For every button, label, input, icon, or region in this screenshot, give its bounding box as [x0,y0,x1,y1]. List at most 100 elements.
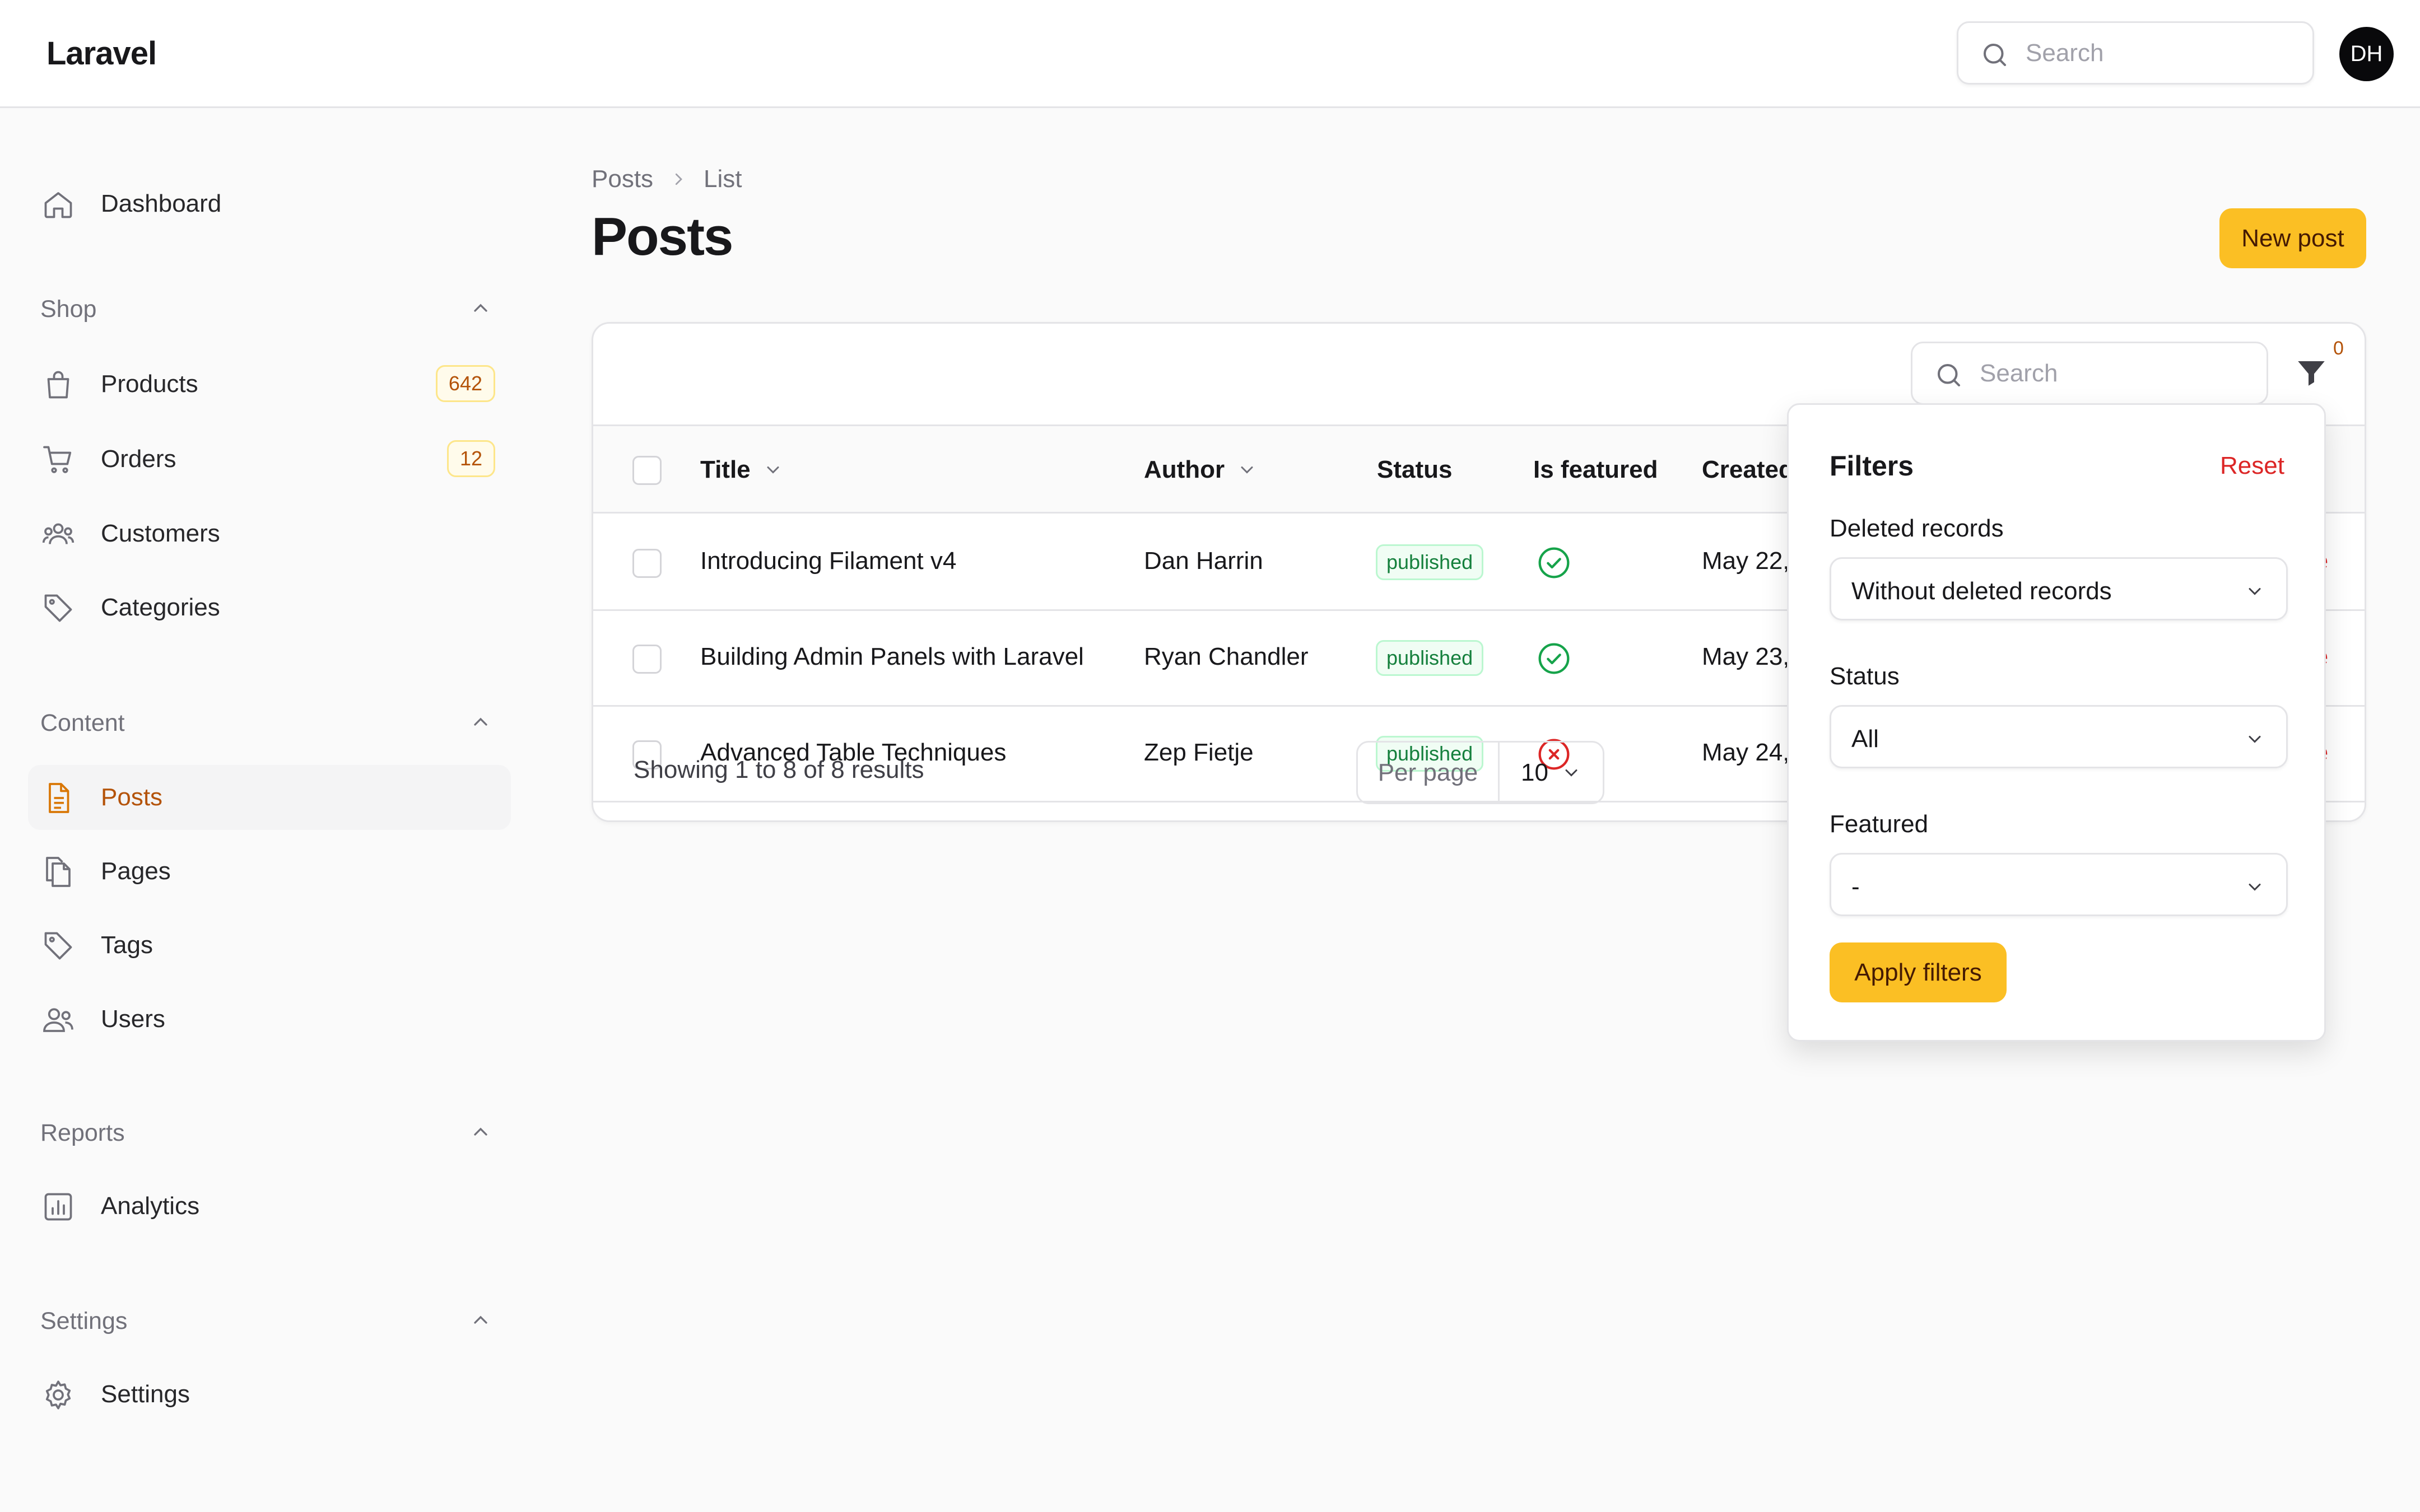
featured-select[interactable]: - [1830,853,2288,916]
cell-title[interactable]: Introducing Filament v4 [700,547,956,575]
select-value: All [1851,725,1879,753]
column-label: Is featured [1533,456,1658,483]
row-checkbox[interactable] [632,645,662,674]
chevron-right-icon [670,171,687,188]
gear-icon [41,1378,75,1412]
chevron-up-icon[interactable] [469,711,492,733]
cell-created: May 23, [1702,643,1790,670]
sidebar-item-label: Tags [101,931,153,959]
sidebar-item-orders[interactable]: Orders 12 [28,427,511,492]
sidebar-item-products[interactable]: Products 642 [28,352,511,417]
breadcrumb-item-posts[interactable]: Posts [592,165,653,193]
sidebar-item-label: Products [101,370,198,398]
sidebar-item-label: Pages [101,857,171,885]
document-text-icon [41,781,75,815]
filters-dropdown: Filters Reset Deleted records Without de… [1787,403,2326,1042]
nav-group-content[interactable]: Content [40,710,125,737]
cell-created: May 22, [1702,547,1790,575]
nav-group-reports[interactable]: Reports [40,1119,125,1147]
per-page-select[interactable]: Per page 10 [1356,741,1604,804]
cell-title[interactable]: Building Admin Panels with Laravel [700,643,1084,671]
search-icon [1934,360,1964,390]
breadcrumb: Posts List [592,165,742,193]
sidebar-item-label: Analytics [101,1192,200,1220]
select-value: - [1851,873,1860,900]
chart-bar-icon [41,1190,75,1224]
per-page-value-text: 10 [1521,758,1548,786]
funnel-icon[interactable] [2295,356,2328,389]
chevron-down-icon [1237,460,1257,480]
sidebar-item-label: Settings [101,1380,190,1408]
chevron-up-icon[interactable] [469,1309,492,1331]
page-title: Posts [592,207,733,267]
tag-icon [41,929,75,963]
sidebar-item-label: Customers [101,520,220,547]
column-created[interactable]: Created [1702,456,1794,484]
chevron-up-icon[interactable] [469,297,492,319]
select-all-checkbox[interactable] [632,456,662,485]
chevron-up-icon[interactable] [469,1121,492,1143]
column-label: Title [700,456,751,483]
deleted-records-label: Deleted records [1830,515,2004,542]
status-badge: published [1376,544,1484,580]
column-label: Author [1144,456,1225,483]
reset-filters-button[interactable]: Reset [2220,452,2284,480]
apply-filters-button[interactable]: Apply filters [1830,942,2007,1002]
tag-icon [41,591,75,625]
deleted-records-select[interactable]: Without deleted records [1830,557,2288,620]
featured-label: Featured [1830,810,1929,838]
sidebar-item-analytics[interactable]: Analytics [28,1174,511,1239]
chevron-down-icon [2245,729,2265,749]
sidebar-item-dashboard[interactable]: Dashboard [28,171,511,236]
cell-author: Ryan Chandler [1144,643,1309,670]
per-page-value[interactable]: 10 [1500,743,1603,802]
status-select[interactable]: All [1830,705,2288,768]
count-badge: 12 [446,440,495,477]
nav-group-settings[interactable]: Settings [40,1308,127,1335]
cell-created: May 24, [1702,739,1790,766]
column-status: Status [1377,456,1452,484]
sidebar-item-posts[interactable]: Posts [28,765,511,830]
search-icon [1980,40,2010,70]
row-checkbox[interactable] [632,549,662,578]
cell-author: Dan Harrin [1144,547,1263,575]
sidebar-item-pages[interactable]: Pages [28,839,511,904]
sidebar-item-customers[interactable]: Customers [28,501,511,566]
column-title[interactable]: Title [700,456,783,484]
sidebar-item-users[interactable]: Users [28,987,511,1052]
sidebar-item-label: Dashboard [101,190,222,217]
sidebar-item-label: Posts [101,783,163,811]
chevron-down-icon [2245,581,2265,601]
avatar[interactable]: DH [2339,27,2394,81]
column-is-featured: Is featured [1533,456,1658,484]
chevron-down-icon [763,460,783,480]
table-search-input[interactable] [1980,343,2249,403]
nav-group-shop[interactable]: Shop [40,296,96,323]
user-group-icon [41,517,75,551]
check-circle-icon [1536,545,1572,581]
cell-author: Zep Fietje [1144,739,1254,766]
sidebar-item-tags[interactable]: Tags [28,913,511,978]
chevron-down-icon [2245,877,2265,897]
sidebar-item-label: Orders [101,445,176,473]
status-badge: published [1376,640,1484,676]
new-post-button[interactable]: New post [2219,208,2366,268]
table-search[interactable] [1911,342,2268,405]
sidebar-item-label: Categories [101,594,220,621]
sidebar-item-settings[interactable]: Settings [28,1362,511,1427]
global-search-input[interactable] [2026,23,2295,83]
pagination-summary: Showing 1 to 8 of 8 results [634,756,924,783]
global-search[interactable] [1957,21,2314,85]
column-author[interactable]: Author [1144,456,1257,484]
chevron-down-icon [1561,763,1581,783]
filter-count-badge: 0 [2333,338,2344,359]
sidebar-item-label: Users [101,1005,165,1033]
brand-logo[interactable]: Laravel [46,35,157,72]
breadcrumb-item-list: List [704,165,742,193]
sidebar-item-categories[interactable]: Categories [28,575,511,640]
select-value: Without deleted records [1851,577,2112,605]
users-icon [41,1003,75,1037]
shopping-bag-icon [41,368,75,402]
count-badge: 642 [435,365,495,402]
per-page-label: Per page [1358,743,1500,802]
